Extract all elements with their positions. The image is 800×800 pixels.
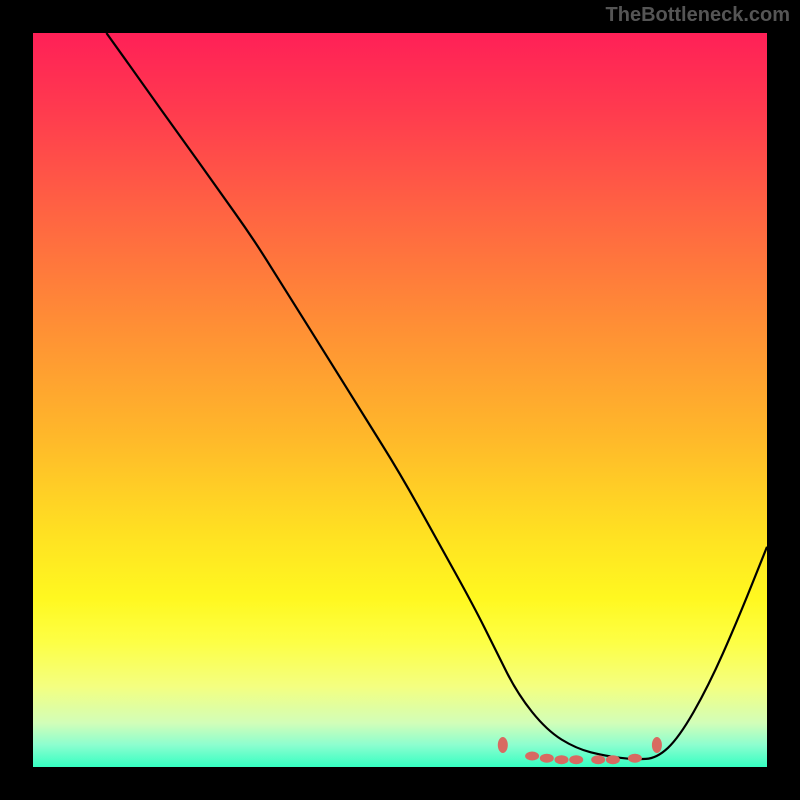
marker-dot xyxy=(569,755,583,764)
marker-dot xyxy=(498,737,508,753)
marker-dot xyxy=(555,755,569,764)
bottleneck-curve xyxy=(106,33,767,759)
marker-dot xyxy=(540,754,554,763)
marker-dot xyxy=(606,755,620,764)
marker-dot xyxy=(652,737,662,753)
marker-dot xyxy=(628,754,642,763)
chart-container: TheBottleneck.com xyxy=(0,0,800,800)
marker-dot xyxy=(525,752,539,761)
marker-dot xyxy=(591,755,605,764)
plot-area xyxy=(33,33,767,767)
bottleneck-region-markers xyxy=(498,737,662,764)
watermark-text: TheBottleneck.com xyxy=(606,4,790,27)
chart-svg xyxy=(33,33,767,767)
